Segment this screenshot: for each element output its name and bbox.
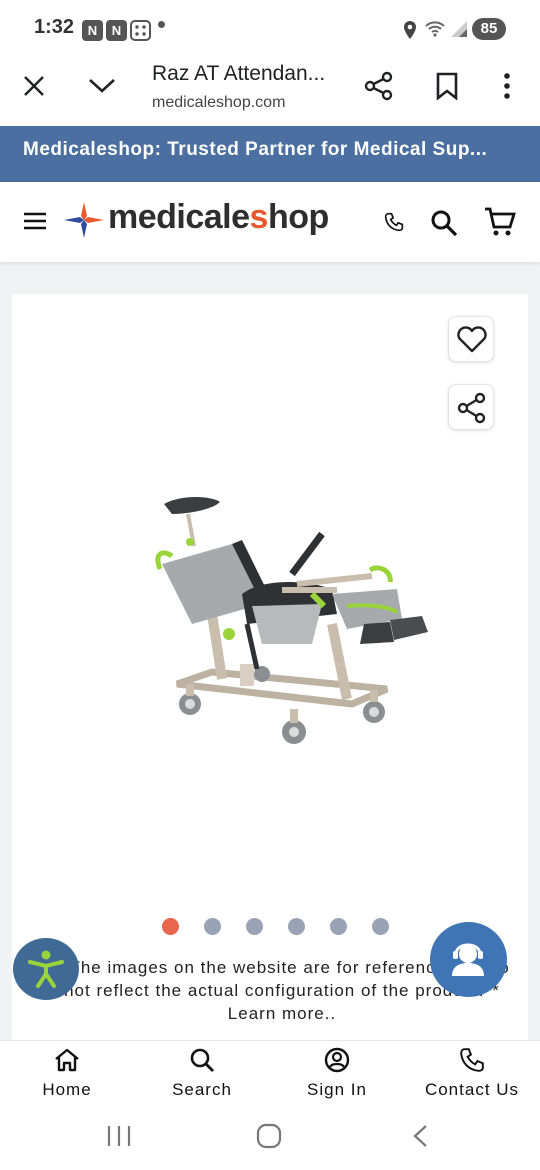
nav-contact-us-label: Contact Us xyxy=(424,1080,520,1099)
support-chat-button[interactable] xyxy=(430,922,507,997)
logo-text-accent: s xyxy=(249,198,269,236)
phone-icon[interactable] xyxy=(384,212,404,237)
logo-star-icon xyxy=(64,202,104,243)
nav-sign-in-label: Sign In xyxy=(307,1080,367,1099)
phone-icon xyxy=(460,1048,484,1072)
share-icon[interactable] xyxy=(364,71,394,106)
status-bar: 1:32 N N 85 xyxy=(0,0,540,58)
cart-icon[interactable] xyxy=(484,206,516,243)
nav-home-label: Home xyxy=(42,1080,92,1099)
gallery-dot-6[interactable] xyxy=(372,918,389,935)
page-domain: medicaleshop.com xyxy=(152,94,286,111)
nav-home[interactable]: Home xyxy=(2,1047,132,1100)
gallery-dot-2[interactable] xyxy=(204,918,221,935)
location-icon xyxy=(402,20,418,45)
site-logo[interactable]: medicaleshop xyxy=(108,198,329,237)
close-icon[interactable] xyxy=(22,74,46,103)
menu-icon[interactable] xyxy=(24,212,46,235)
gallery-dot-5[interactable] xyxy=(330,918,347,935)
recent-apps-icon[interactable] xyxy=(106,1124,132,1153)
nav-search-label: Search xyxy=(172,1080,232,1099)
gallery-dot-1[interactable] xyxy=(162,918,179,935)
user-circle-icon xyxy=(324,1047,350,1073)
nav-search[interactable]: Search xyxy=(137,1047,267,1100)
product-image[interactable] xyxy=(132,494,432,769)
browser-toolbar: Raz AT Attendan... medicaleshop.com xyxy=(0,58,540,126)
logo-text-main: medicale xyxy=(108,198,250,236)
page-title: Raz AT Attendan... xyxy=(152,62,326,85)
accessibility-icon xyxy=(28,950,64,988)
nav-sign-in[interactable]: Sign In xyxy=(272,1047,402,1100)
status-time: 1:32 xyxy=(34,16,75,38)
gallery-dot-4[interactable] xyxy=(288,918,305,935)
share-icon xyxy=(457,392,486,424)
wifi-icon xyxy=(424,18,446,43)
back-icon[interactable] xyxy=(410,1124,430,1153)
site-header: medicaleshop xyxy=(0,182,540,262)
dice-icon xyxy=(130,20,151,46)
search-icon[interactable] xyxy=(430,209,458,242)
notification-n-icon: N xyxy=(82,20,103,41)
system-navigation-bar xyxy=(0,1104,540,1170)
announcement-banner[interactable]: Medicaleshop: Trusted Partner for Medica… xyxy=(0,126,540,182)
home-button-icon[interactable] xyxy=(256,1123,282,1154)
battery-indicator: 85 xyxy=(472,18,506,40)
accessibility-button[interactable] xyxy=(13,938,79,1000)
support-agent-icon xyxy=(452,943,484,976)
share-product-button[interactable] xyxy=(448,384,494,430)
more-vert-icon[interactable] xyxy=(502,72,512,105)
gallery-dot-3[interactable] xyxy=(246,918,263,935)
more-notifications-dot xyxy=(158,21,165,28)
signal-icon xyxy=(450,20,468,43)
heart-icon xyxy=(457,326,487,353)
chevron-down-icon[interactable] xyxy=(88,76,116,101)
search-icon xyxy=(190,1048,214,1072)
nav-contact-us[interactable]: Contact Us xyxy=(407,1047,537,1100)
home-icon xyxy=(55,1048,79,1072)
notification-n-icon: N xyxy=(106,20,127,41)
wishlist-button[interactable] xyxy=(448,316,494,362)
logo-text-end: hop xyxy=(267,198,329,236)
bookmark-icon[interactable] xyxy=(436,72,458,105)
bottom-nav: Home Search Sign In Contact Us xyxy=(0,1040,540,1104)
